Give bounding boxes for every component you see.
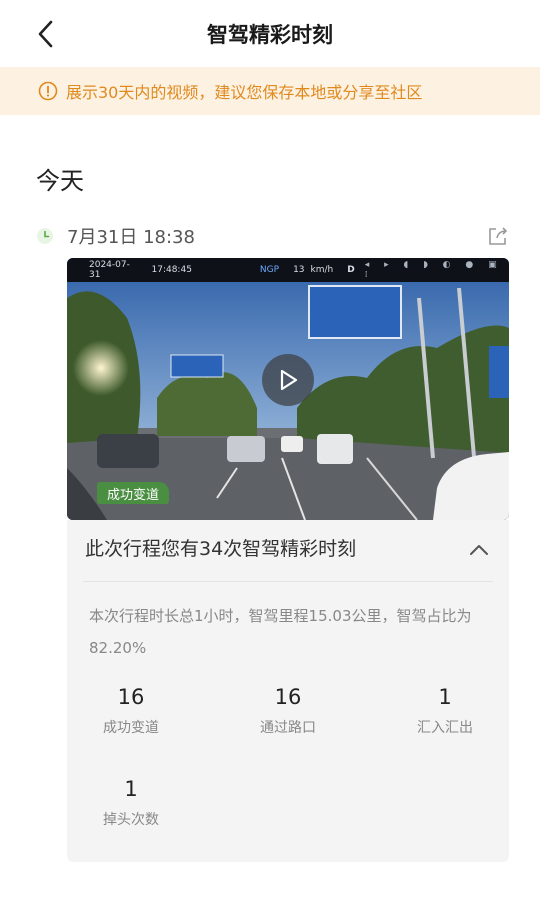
stat-label: 掉头次数 <box>103 812 159 828</box>
stat-lane-change: 16 成功变道 <box>61 682 201 737</box>
video-thumbnail[interactable]: 2024-07-31 17:48:45 NGP 13 km/h D ◂ ▸ ◖ … <box>67 258 509 520</box>
stat-u-turn: 1 掉头次数 <box>61 774 201 829</box>
share-icon <box>489 227 508 245</box>
osd-speed-unit: km/h <box>310 265 334 275</box>
stat-value: 1 <box>438 685 452 709</box>
stat-intersections: 16 通过路口 <box>218 682 358 737</box>
play-button[interactable] <box>262 354 314 406</box>
notice-banner: 展示30天内的视频，建议您保存本地或分享至社区 <box>0 67 540 115</box>
osd-gear: D <box>347 265 355 275</box>
stat-value: 1 <box>124 777 138 801</box>
stat-merge: 1 汇入汇出 <box>375 682 515 737</box>
item-timestamp: 7月31日 18:38 <box>67 227 195 248</box>
dashcam-overlay: 2024-07-31 17:48:45 NGP 13 km/h D ◂ ▸ ◖ … <box>67 258 509 282</box>
osd-status-icons: ◂ ▸ ◖ ◗ ◐ ● ▣ ⁞ <box>364 260 503 280</box>
item-header: 7月31日 18:38 <box>36 223 195 249</box>
stat-value: 16 <box>274 685 302 709</box>
osd-speed: 13 <box>293 265 305 275</box>
date-group-label: 今天 <box>36 167 84 195</box>
osd-date: 2024-07-31 <box>89 260 130 280</box>
panel-title: 此次行程您有34次智驾精彩时刻 <box>85 538 357 560</box>
page-title: 智驾精彩时刻 <box>207 23 333 47</box>
top-bar: 智驾精彩时刻 <box>0 0 540 66</box>
play-icon <box>280 369 298 391</box>
stat-label: 汇入汇出 <box>417 720 473 736</box>
osd-time: 17:48:45 <box>151 265 192 275</box>
chevron-up-icon <box>470 545 488 555</box>
trip-summary-panel: 此次行程您有34次智驾精彩时刻 本次行程时长总1小时，智驾里程15.03公里，智… <box>67 520 509 862</box>
osd-mode: NGP <box>259 265 280 275</box>
share-button[interactable] <box>486 224 510 248</box>
collapse-button[interactable] <box>467 540 491 560</box>
info-circle-icon <box>38 81 58 101</box>
divider <box>83 581 493 582</box>
stat-label: 通过路口 <box>260 720 316 736</box>
event-tag: 成功变道 <box>97 482 170 504</box>
stat-value: 16 <box>117 685 145 709</box>
stat-label: 成功变道 <box>103 720 159 736</box>
clock-icon <box>36 227 54 245</box>
notice-text: 展示30天内的视频，建议您保存本地或分享至社区 <box>66 83 423 102</box>
trip-summary-text: 本次行程时长总1小时，智驾里程15.03公里，智驾占比为82.20% <box>89 607 472 657</box>
